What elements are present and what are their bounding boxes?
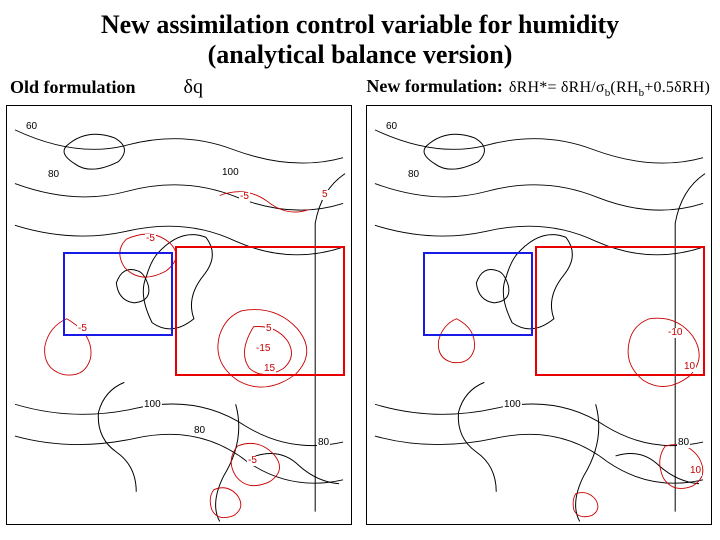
contour-label: -5 — [239, 192, 250, 202]
delta-q-symbol: δq — [184, 76, 203, 99]
contour-label: 10 — [683, 362, 696, 372]
contour-label: 80 — [47, 170, 60, 180]
contour-label: 80 — [677, 438, 690, 448]
contour-label: 60 — [25, 122, 38, 132]
contour-label: 5 — [321, 190, 329, 200]
contour-label: 60 — [385, 122, 398, 132]
contour-label: -15 — [255, 344, 271, 354]
contour-label: 80 — [193, 426, 206, 436]
map-row: 60 80 100 -5 5 -5 -5 5 15 -15 100 80 -5 80 60 80 -10 10 1… — [0, 105, 720, 525]
contour-label: 10 — [689, 466, 702, 476]
new-label-text: New formulation: — [366, 76, 502, 97]
new-formulation-label: New formulation: δRH*= δRH/σb(RHb+0.5δRH… — [366, 76, 710, 99]
contour-label: 5 — [265, 324, 273, 334]
old-formulation-label: Old formulation δq — [10, 76, 203, 99]
title-line1: New assimilation control variable for hu… — [101, 10, 619, 39]
slide-title: New assimilation control variable for hu… — [0, 0, 720, 70]
contour-label: 100 — [221, 168, 240, 178]
map-panel-old: 60 80 100 -5 5 -5 -5 5 15 -15 100 80 -5 80 — [6, 105, 352, 525]
contour-label: 100 — [503, 400, 522, 410]
contour-label: 15 — [263, 364, 276, 374]
contour-label: -5 — [77, 324, 88, 334]
formula-text: δRH*= δRH/σb(RHb+0.5δRH) — [509, 79, 710, 99]
contour-label: 80 — [317, 438, 330, 448]
contour-label: -10 — [667, 328, 683, 338]
panel-headers: Old formulation δq New formulation: δRH*… — [0, 76, 720, 99]
contour-label: 80 — [407, 170, 420, 180]
map-panel-new: 60 80 -10 10 10 80 100 — [366, 105, 712, 525]
contour-label: -5 — [247, 456, 258, 466]
title-line2: (analytical balance version) — [0, 40, 720, 70]
old-label-text: Old formulation — [10, 77, 136, 98]
contour-label: 100 — [143, 400, 162, 410]
contour-label: -5 — [145, 234, 156, 244]
